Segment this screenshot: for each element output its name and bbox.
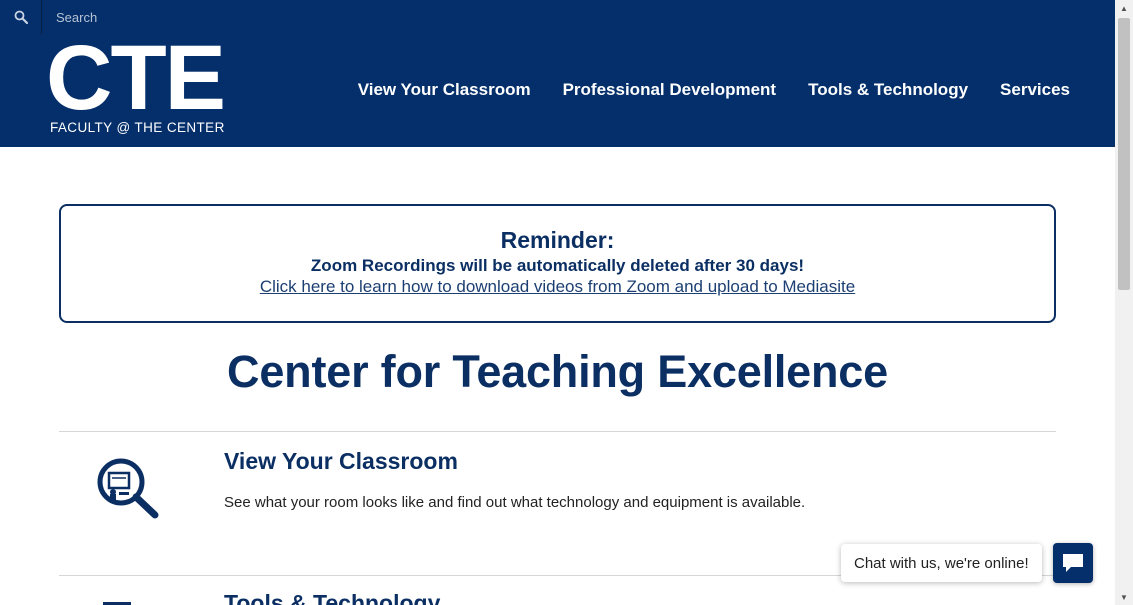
site-header: CTE FACULTY @ THE CENTER View Your Class… [0,0,1115,147]
vertical-scrollbar[interactable]: ▲ ▼ [1115,0,1133,605]
main-nav: View Your Classroom Professional Develop… [358,80,1070,100]
scroll-thumb[interactable] [1118,18,1130,290]
section-description: See what your room looks like and find o… [224,494,806,511]
section-title-view-your-classroom[interactable]: View Your Classroom [224,448,458,475]
search-icon [14,10,28,24]
reminder-title: Reminder: [500,227,615,253]
cte-logo[interactable]: CTE FACULTY @ THE CENTER [46,32,238,138]
nav-item-tools-technology[interactable]: Tools & Technology [808,80,968,100]
chat-button[interactable] [1053,543,1093,583]
logo-subtitle: FACULTY @ THE CENTER [50,120,225,135]
classroom-search-icon[interactable] [97,458,159,520]
reminder-banner: Reminder: Zoom Recordings will be automa… [59,204,1056,323]
section-title-tools-technology[interactable]: Tools & Technology [224,590,440,605]
nav-item-view-your-classroom[interactable]: View Your Classroom [358,80,531,100]
chat-icon [1063,554,1083,572]
nav-item-professional-development[interactable]: Professional Development [563,80,777,100]
chat-prompt-label: Chat with us, we're online! [854,554,1029,572]
scroll-down-arrow-icon[interactable]: ▼ [1115,589,1133,605]
scroll-up-arrow-icon[interactable]: ▲ [1115,0,1133,16]
nav-item-services[interactable]: Services [1000,80,1070,100]
search-button[interactable] [0,0,42,34]
chat-prompt-bubble[interactable]: Chat with us, we're online! [841,544,1042,582]
logo-letters: CTE [46,27,226,129]
divider [59,431,1056,432]
reminder-message: Zoom Recordings will be automatically de… [310,256,805,275]
reminder-link[interactable]: Click here to learn how to download vide… [260,277,855,297]
page-title: Center for Teaching Excellence [227,346,888,397]
